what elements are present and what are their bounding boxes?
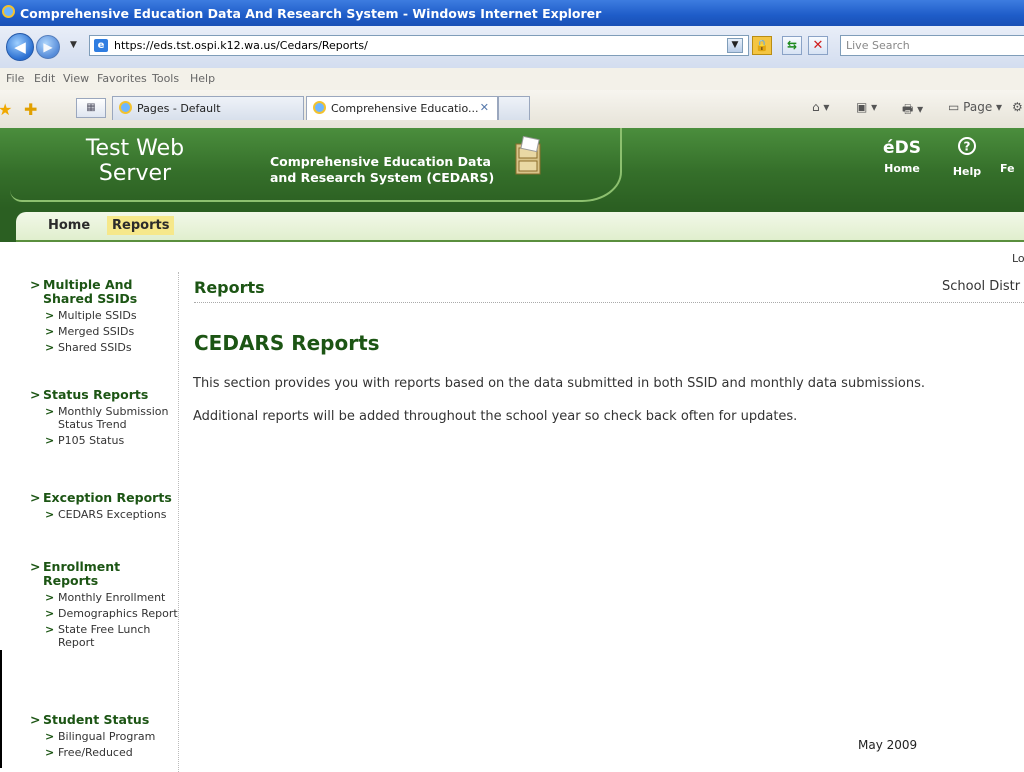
school-district-selector[interactable]: School Distr xyxy=(942,279,1020,294)
sidebar-item-cedars-exceptions[interactable]: CEDARS Exceptions xyxy=(30,508,178,521)
menu-file[interactable]: File xyxy=(6,72,24,85)
header-help-link[interactable]: ? Help xyxy=(937,136,997,178)
app-name-line2: and Research System (CEDARS) xyxy=(270,170,495,185)
sidebar-heading-student-status[interactable]: Student Status xyxy=(30,713,178,728)
menu-edit[interactable]: Edit xyxy=(34,72,55,85)
sidebar-group-enrollment: Enrollment Reports Monthly Enrollment De… xyxy=(30,560,178,650)
menu-tools[interactable]: Tools xyxy=(152,72,179,85)
app-name-line1: Comprehensive Education Data xyxy=(270,154,491,169)
nav-underline xyxy=(16,240,1024,242)
header-home-label: Home xyxy=(884,162,920,175)
sidebar-heading-enrollment-reports[interactable]: Enrollment Reports xyxy=(30,560,178,588)
sidebar-item-merged-ssids[interactable]: Merged SSIDs xyxy=(30,325,178,338)
address-url[interactable]: https://eds.tst.ospi.k12.wa.us/Cedars/Re… xyxy=(114,39,368,52)
header-feedback-label: Fe xyxy=(1000,162,1015,175)
menu-favorites[interactable]: Favorites xyxy=(97,72,147,85)
tab-cedars[interactable]: Comprehensive Educatio... ✕ xyxy=(306,96,498,120)
live-search-placeholder: Live Search xyxy=(846,39,910,52)
back-button[interactable]: ◀ xyxy=(6,33,34,61)
header-feedback-link[interactable]: Fe xyxy=(1000,136,1024,175)
window-edge-divider xyxy=(0,650,2,768)
header-home-link[interactable]: éDS Home xyxy=(872,136,932,175)
quick-tabs-button[interactable]: ▦ xyxy=(76,98,106,118)
home-icon[interactable]: ⌂ ▾ xyxy=(812,100,829,114)
sidebar-heading-status-reports[interactable]: Status Reports xyxy=(30,388,178,403)
feedback-icon xyxy=(1000,136,1024,160)
footer-date: May 2009 xyxy=(858,738,918,752)
live-search-input[interactable]: Live Search xyxy=(840,35,1024,56)
window-titlebar: Comprehensive Education Data And Researc… xyxy=(0,0,1024,26)
internet-explorer-icon xyxy=(2,5,15,18)
sidebar-item-monthly-submission-status-trend[interactable]: Monthly Submission Status Trend xyxy=(30,405,178,431)
sidebar-item-state-free-lunch-report[interactable]: State Free Lunch Report xyxy=(30,623,178,649)
section-title: CEDARS Reports xyxy=(194,331,380,355)
close-tab-icon[interactable]: ✕ xyxy=(480,101,489,114)
primary-nav: Home Reports xyxy=(0,208,1024,242)
recent-pages-dropdown[interactable]: ▼ xyxy=(70,40,77,50)
tab-label: Comprehensive Educatio... xyxy=(331,102,479,115)
menu-view[interactable]: View xyxy=(63,72,89,85)
heading-divider xyxy=(194,302,1024,303)
sidebar: Multiple And Shared SSIDs Multiple SSIDs… xyxy=(18,272,179,772)
nav-home[interactable]: Home xyxy=(43,216,95,235)
forward-button[interactable]: ▶ xyxy=(36,35,60,59)
sidebar-item-shared-ssids[interactable]: Shared SSIDs xyxy=(30,341,178,354)
ie-page-icon: e xyxy=(94,39,108,52)
tools-gear-icon[interactable]: ⚙ xyxy=(1012,100,1023,114)
page-menu-button[interactable]: ▭ Page ▾ xyxy=(948,100,1002,114)
sidebar-group-student-status: Student Status Bilingual Program Free/Re… xyxy=(30,713,178,760)
tab-label: Pages - Default xyxy=(137,102,221,115)
menu-bar: File Edit View Favorites Tools Help xyxy=(0,68,1024,91)
favorites-center-icon[interactable]: ★ xyxy=(0,100,12,119)
window-title: Comprehensive Education Data And Researc… xyxy=(20,6,602,21)
sidebar-item-monthly-enrollment[interactable]: Monthly Enrollment xyxy=(30,591,178,604)
tab-pages-default[interactable]: Pages - Default xyxy=(112,96,304,120)
site-name: Test Web Server xyxy=(85,136,185,186)
print-icon[interactable]: 🖶 ▾ xyxy=(902,100,923,121)
application-name: Comprehensive Education Data and Researc… xyxy=(270,154,494,186)
back-arrow-icon: ◀ xyxy=(14,38,26,56)
sidebar-item-p105-status[interactable]: P105 Status xyxy=(30,434,178,447)
intro-paragraph: This section provides you with reports b… xyxy=(193,376,925,391)
ie-tab-icon xyxy=(119,101,132,114)
address-toolbar: ◀ ▶ ▼ e https://eds.tst.ospi.k12.wa.us/C… xyxy=(0,26,1024,69)
address-dropdown-button[interactable]: ▼ xyxy=(727,38,743,53)
feeds-icon[interactable]: ▣ ▾ xyxy=(856,100,877,114)
page-menu-label: Page xyxy=(963,100,993,114)
updates-paragraph: Additional reports will be added through… xyxy=(193,409,798,424)
stop-button[interactable]: ✕ xyxy=(808,36,828,55)
eds-logo-icon: éDS xyxy=(883,138,921,158)
sidebar-heading-exception-reports[interactable]: Exception Reports xyxy=(30,491,178,506)
header-help-label: Help xyxy=(952,165,982,178)
add-favorites-icon[interactable]: ✚ xyxy=(24,100,37,119)
help-icon: ? xyxy=(937,136,997,163)
sidebar-item-free-reduced[interactable]: Free/Reduced xyxy=(30,746,178,759)
sidebar-group-exceptions: Exception Reports CEDARS Exceptions xyxy=(30,491,178,522)
sidebar-item-bilingual-program[interactable]: Bilingual Program xyxy=(30,730,178,743)
page-title: Reports xyxy=(194,278,265,297)
security-lock-icon[interactable]: 🔒 xyxy=(752,36,772,55)
file-cabinet-icon xyxy=(515,136,541,175)
login-link-fragment[interactable]: Lo xyxy=(1012,252,1024,265)
sidebar-heading-multiple-shared-ssids[interactable]: Multiple And Shared SSIDs xyxy=(30,278,178,306)
forward-arrow-icon: ▶ xyxy=(43,40,53,54)
sidebar-group-ssids: Multiple And Shared SSIDs Multiple SSIDs… xyxy=(30,278,178,355)
sidebar-group-status: Status Reports Monthly Submission Status… xyxy=(30,388,178,448)
sidebar-item-demographics-report[interactable]: Demographics Report xyxy=(30,607,178,620)
site-header: Test Web Server Comprehensive Education … xyxy=(0,128,1024,208)
tab-bar: ★ ✚ ▦ Pages - Default Comprehensive Educ… xyxy=(0,90,1024,129)
refresh-button[interactable]: ⇆ xyxy=(782,36,802,55)
menu-help[interactable]: Help xyxy=(190,72,215,85)
sidebar-item-multiple-ssids[interactable]: Multiple SSIDs xyxy=(30,309,178,322)
svg-text:?: ? xyxy=(964,140,971,154)
address-input[interactable]: e https://eds.tst.ospi.k12.wa.us/Cedars/… xyxy=(89,35,749,56)
new-tab-button[interactable] xyxy=(498,96,530,120)
nav-reports[interactable]: Reports xyxy=(107,216,175,235)
ie-tab-icon xyxy=(313,101,326,114)
